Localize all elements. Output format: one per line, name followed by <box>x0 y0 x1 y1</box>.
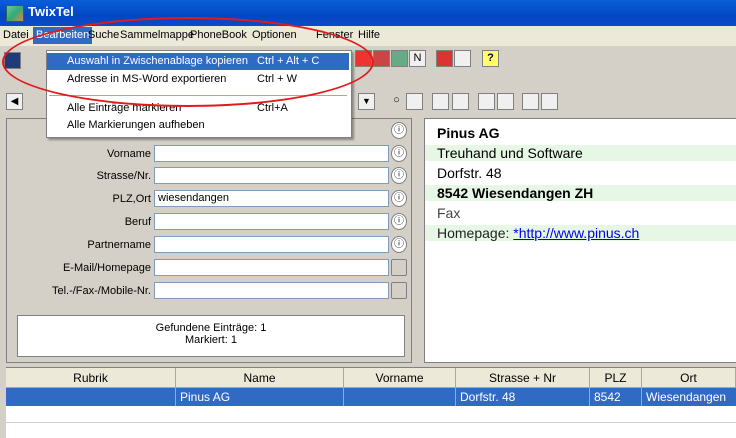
export-icon[interactable] <box>452 93 469 110</box>
info-icon[interactable]: ⓘ <box>391 122 407 139</box>
chevron-down-icon[interactable]: ▼ <box>358 93 375 110</box>
menu-optionen[interactable]: Optionen <box>252 29 297 41</box>
column-header-name[interactable]: Name <box>176 368 344 388</box>
detail-city: 8542 Wiesendangen ZH <box>425 185 736 201</box>
back-arrow-icon[interactable]: ◀ <box>6 93 23 110</box>
edit-icon[interactable] <box>541 93 558 110</box>
tel-input[interactable] <box>154 282 389 299</box>
eraser-icon[interactable] <box>522 93 539 110</box>
menu-bar: Datei Bearbeiten Suche Sammelmappe Phone… <box>0 26 736 46</box>
plz-ort-input[interactable]: wiesendangen <box>154 190 389 207</box>
menu-bearbeiten[interactable]: Bearbeiten <box>33 27 93 44</box>
cell-ort: Wiesendangen <box>646 390 727 404</box>
menu-sammelmappe[interactable]: Sammelmappe <box>120 29 194 41</box>
cell-vorname <box>344 388 456 406</box>
detail-name: Pinus AG <box>437 125 500 141</box>
bearbeiten-dropdown: Auswahl in Zwischenablage kopieren Ctrl … <box>46 50 352 138</box>
vorname-input[interactable] <box>154 145 389 162</box>
menu-suche[interactable]: Suche <box>88 29 119 41</box>
app-icon <box>6 5 24 22</box>
detail-street: Dorfstr. 48 <box>437 165 502 181</box>
detail-business: Treuhand und Software <box>425 145 736 161</box>
help-button[interactable]: ? <box>482 50 499 67</box>
pencil-icon[interactable] <box>454 50 471 67</box>
column-header-ort[interactable]: Ort <box>642 368 736 388</box>
tel-option-button[interactable] <box>391 282 407 299</box>
field-label-plz-ort: PLZ,Ort <box>112 193 151 205</box>
window-title: TwixTel <box>28 4 74 19</box>
cell-name: Pinus AG <box>176 388 344 406</box>
field-label-email: E-Mail/Homepage <box>62 262 151 274</box>
cell-plz: 8542 <box>590 388 642 406</box>
field-label-vorname: Vorname <box>106 148 151 160</box>
strasse-input[interactable] <box>154 167 389 184</box>
circle-icon[interactable]: ○ <box>388 93 405 110</box>
partnername-input[interactable] <box>154 236 389 253</box>
found-count: Gefundene Einträge: 1 <box>155 322 267 334</box>
detail-homepage: Homepage: *http://www.pinus.ch <box>425 225 736 241</box>
field-label-strasse: Strasse/Nr. <box>96 170 151 182</box>
row-divider <box>6 422 736 423</box>
menu-phonebook[interactable]: PhoneBook <box>190 29 247 41</box>
mark-icon[interactable] <box>478 93 495 110</box>
save-icon[interactable] <box>4 52 21 69</box>
menu-separator <box>49 95 347 96</box>
info-icon[interactable]: ⓘ <box>391 190 407 207</box>
column-header-plz[interactable]: PLZ <box>590 368 642 388</box>
field-label-tel: Tel.-/Fax-/Mobile-Nr. <box>51 285 151 297</box>
menu-hilfe[interactable]: Hilfe <box>358 29 380 41</box>
menu-copy-to-clipboard[interactable]: Auswahl in Zwischenablage kopieren Ctrl … <box>47 53 349 70</box>
field-label-partnername: Partnername <box>87 239 151 251</box>
results-table: Rubrik Name Vorname Strasse + Nr PLZ Ort… <box>6 367 736 438</box>
info-icon[interactable]: ⓘ <box>391 213 407 230</box>
search-form: ⓘ Vorname ⓘ Strasse/Nr. ⓘ PLZ,Ort wiesen… <box>6 118 412 363</box>
map-icon[interactable] <box>391 50 408 67</box>
menu-unmark-all[interactable]: Alle Markierungen aufheben <box>47 117 349 134</box>
homepage-label: Homepage: <box>437 225 514 241</box>
table-row[interactable]: Pinus AG Dorfstr. 48 8542 Wiesendangen <box>6 388 736 406</box>
column-header-strasse[interactable]: Strasse + Nr <box>456 368 590 388</box>
tools-icon[interactable] <box>436 50 453 67</box>
delete-icon[interactable] <box>406 93 423 110</box>
detail-fax: Fax <box>437 205 461 221</box>
menu-fenster[interactable]: Fenster <box>316 29 353 41</box>
column-header-vorname[interactable]: Vorname <box>344 368 456 388</box>
unmark-icon[interactable] <box>497 93 514 110</box>
title-bar[interactable]: TwixTel <box>0 0 736 26</box>
info-icon[interactable]: ⓘ <box>391 236 407 253</box>
phone-icon[interactable] <box>355 50 372 67</box>
marked-count: Markiert: 1 <box>185 334 237 346</box>
email-option-button[interactable] <box>391 259 407 276</box>
cell-strasse: Dorfstr. 48 <box>456 388 590 406</box>
detail-panel: Pinus AG Treuhand und Software Dorfstr. … <box>424 118 736 363</box>
column-header-rubrik[interactable]: Rubrik <box>6 368 176 388</box>
status-box: Gefundene Einträge: 1 Markiert: 1 <box>17 315 405 357</box>
import-icon[interactable] <box>432 93 449 110</box>
info-icon[interactable]: ⓘ <box>391 167 407 184</box>
menu-export-word[interactable]: Adresse in MS-Word exportieren Ctrl + W <box>47 71 349 88</box>
menu-datei[interactable]: Datei <box>3 29 29 41</box>
n-button[interactable]: N <box>409 50 426 67</box>
beruf-input[interactable] <box>154 213 389 230</box>
email-homepage-input[interactable] <box>154 259 389 276</box>
info-icon[interactable]: ⓘ <box>391 145 407 162</box>
field-label-beruf: Beruf <box>124 216 151 228</box>
cell-rubrik <box>6 388 176 406</box>
address-card-icon[interactable] <box>373 50 390 67</box>
menu-select-all[interactable]: Alle Einträge markieren Ctrl+A <box>47 100 349 117</box>
homepage-link[interactable]: *http://www.pinus.ch <box>513 225 639 241</box>
